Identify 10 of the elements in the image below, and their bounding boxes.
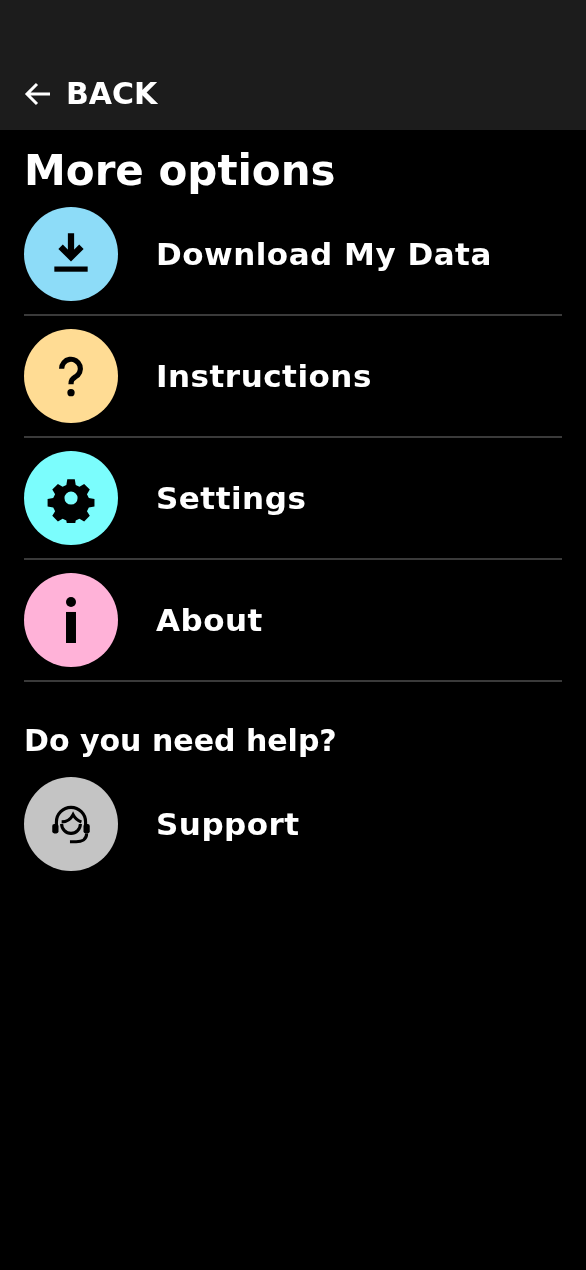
menu-item[interactable]: Settings [24,438,562,561]
menu-item[interactable]: Download My Data [24,194,562,317]
info-icon [66,597,76,644]
menu-item[interactable]: Support [24,763,562,886]
back-button[interactable]: BACK [24,71,158,116]
section-heading: Do you need help? [24,722,338,761]
page-title: More options [24,148,337,195]
menu-item[interactable]: Instructions [24,316,562,439]
menu-item[interactable]: About [24,560,562,683]
back-arrow-icon [24,81,52,106]
